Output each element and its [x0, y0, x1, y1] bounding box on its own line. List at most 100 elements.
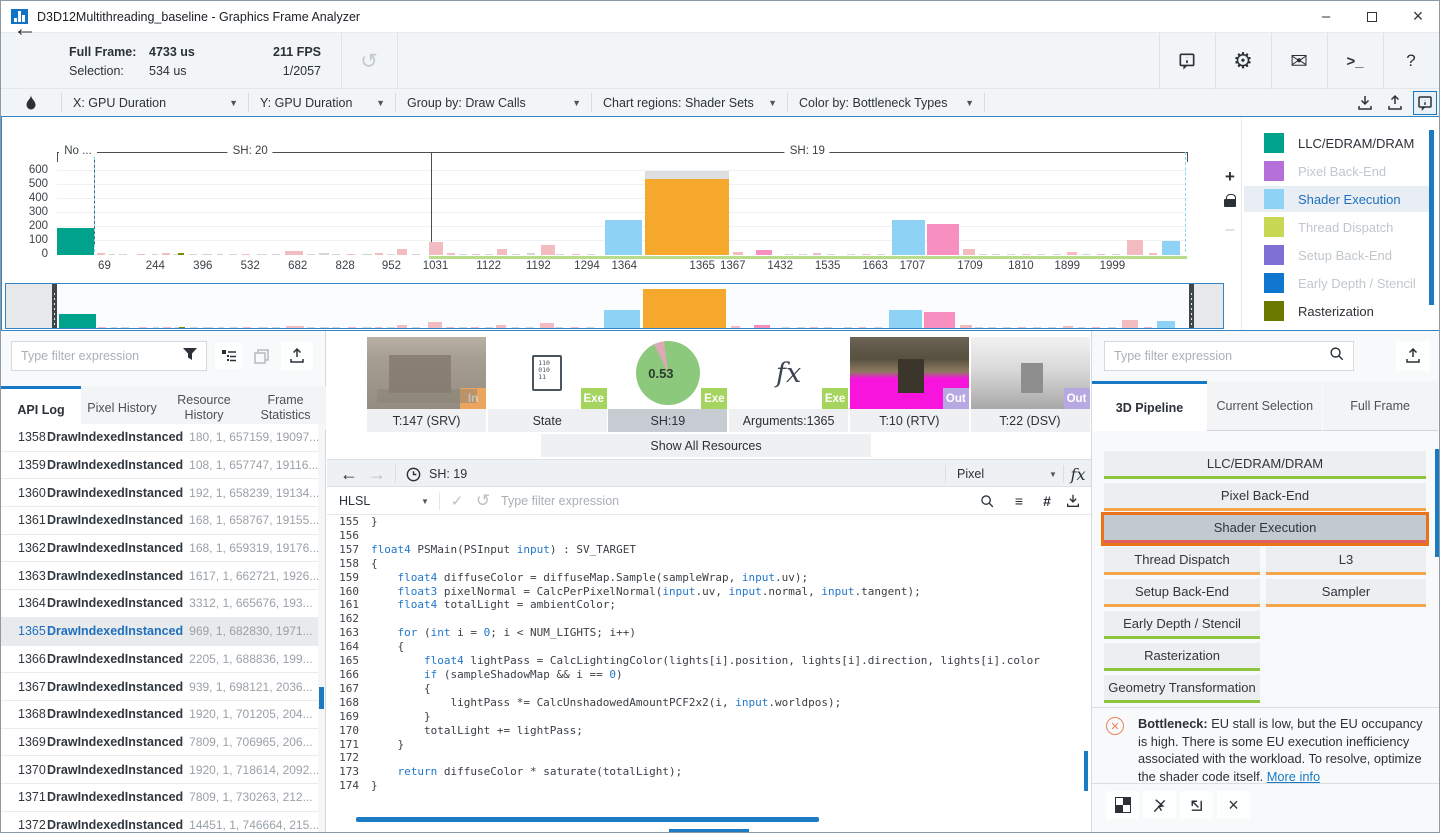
dropdown-x[interactable]: X: GPU Duration▼ [61, 89, 248, 116]
chart-bar[interactable] [285, 251, 303, 255]
api-log-filter-input[interactable]: Type filter expression [11, 341, 207, 371]
code-filter-input[interactable]: Type filter expression [501, 487, 619, 515]
search-icon[interactable] [1328, 345, 1345, 367]
chart-bar[interactable] [459, 254, 467, 255]
pipeline-block-sampler[interactable]: Sampler [1266, 579, 1426, 607]
disable-draw-call-icon[interactable] [1143, 791, 1176, 819]
chart-bar[interactable] [1067, 252, 1077, 256]
chart-bar[interactable] [447, 253, 455, 255]
pipeline-block-geometry-transformation[interactable]: Geometry Transformation [1104, 675, 1260, 703]
pipeline-block-pixel-back-end[interactable]: Pixel Back-End [1104, 483, 1426, 511]
pipeline-block-setup-back-end[interactable]: Setup Back-End [1104, 579, 1260, 607]
settings-gear-icon[interactable]: ⚙ [1215, 33, 1271, 89]
capture-download-icon[interactable] [1353, 91, 1377, 115]
shader-lang-select[interactable]: HLSL [339, 487, 370, 515]
maximize-button[interactable] [1349, 1, 1395, 32]
chart-bar[interactable] [1162, 241, 1180, 255]
chart-bar[interactable] [217, 254, 223, 255]
minimap-left-handle[interactable] [52, 284, 57, 328]
download-shader-icon[interactable] [1061, 487, 1085, 515]
chart-bar[interactable] [877, 254, 885, 255]
shader-nav-forward-icon[interactable]: → [363, 460, 391, 488]
shader-nav-back-icon[interactable]: ← [335, 460, 363, 488]
zoom-lock-button[interactable] [1220, 191, 1240, 207]
chart-bar[interactable] [979, 254, 987, 255]
chart-bar[interactable] [1053, 254, 1061, 255]
api-log-row[interactable]: 1363DrawIndexedInstanced1617, 1, 662721,… [1, 562, 318, 590]
metrics-info-icon[interactable] [1159, 33, 1215, 89]
code-hscrollbar[interactable] [356, 817, 819, 822]
legend-item-early-depth-stencil[interactable]: Early Depth / Stencil [1244, 270, 1430, 296]
show-all-resources-button[interactable]: Show All Resources [541, 434, 871, 457]
chart-bar[interactable] [362, 254, 372, 255]
legend-item-rasterization[interactable]: Rasterization [1244, 298, 1430, 324]
hotspot-flame-icon[interactable] [19, 91, 43, 115]
api-log-row[interactable]: 1367DrawIndexedInstanced939, 1, 698121, … [1, 673, 318, 701]
experiments-icon[interactable] [1106, 791, 1139, 819]
chart-bar[interactable] [497, 249, 507, 255]
chart-bar[interactable] [485, 254, 493, 255]
tab-full-frame[interactable]: Full Frame [1323, 381, 1438, 431]
chart-bar[interactable] [257, 254, 267, 255]
chart-bar[interactable] [347, 254, 355, 255]
chart-minimap[interactable] [5, 283, 1224, 329]
chart-bar[interactable] [645, 179, 729, 255]
chart-bar[interactable] [847, 254, 855, 255]
pipeline-filter-input[interactable]: Type filter expression [1104, 341, 1354, 371]
chart-bar[interactable] [1007, 254, 1015, 255]
chart-bar[interactable] [1022, 254, 1030, 255]
legend-item-shader-execution[interactable]: Shader Execution [1244, 186, 1430, 212]
export-log-icon[interactable] [281, 341, 313, 371]
chart-bar[interactable] [202, 254, 212, 255]
lang-dropdown-arrow[interactable]: ▼ [421, 487, 429, 515]
stage-dropdown-arrow[interactable]: ▼ [1049, 460, 1057, 488]
api-log-row[interactable]: 1364DrawIndexedInstanced3312, 1, 665676,… [1, 590, 318, 618]
chart-bar[interactable] [527, 253, 535, 255]
zoom-out-button[interactable]: – [1220, 221, 1240, 239]
chart-bar[interactable] [1149, 253, 1157, 255]
chart-bar[interactable] [397, 249, 407, 255]
chart-bar[interactable] [57, 228, 94, 255]
chart-bar[interactable] [109, 254, 115, 255]
chart-bar[interactable] [375, 253, 383, 255]
chart-bar[interactable] [1037, 254, 1045, 255]
dropdown-y[interactable]: Y: GPU Duration▼ [248, 89, 395, 116]
pipeline-block-shader-execution[interactable]: Shader Execution [1104, 515, 1426, 543]
code-vscrollbar[interactable] [1084, 751, 1088, 791]
tree-view-icon[interactable] [215, 343, 243, 369]
export-pipeline-icon[interactable] [1396, 341, 1430, 371]
chart-bar[interactable] [862, 254, 870, 255]
chart-bar[interactable] [229, 254, 237, 255]
chart-bar[interactable] [332, 254, 340, 255]
pipeline-scrollbar[interactable] [1435, 449, 1440, 557]
pipeline-block-thread-dispatch[interactable]: Thread Dispatch [1104, 547, 1260, 575]
console-icon[interactable]: >_ [1327, 33, 1383, 89]
undo-icon[interactable]: ↺ [341, 33, 397, 89]
minimap-selection[interactable] [55, 284, 1191, 328]
dropdown-group-by[interactable]: Group by: Draw Calls▼ [395, 89, 591, 116]
chart-bar[interactable] [412, 254, 420, 255]
resource-card-arguments-1365[interactable]: fxExeArguments:1365 [729, 333, 848, 432]
go-to-call-icon[interactable] [1180, 791, 1213, 819]
chart-bar[interactable] [152, 254, 158, 255]
chart-bar[interactable] [189, 254, 197, 255]
chart-plot-area[interactable]: No ...SH: 20SH: 19 [57, 145, 1187, 255]
chart-bar[interactable] [992, 254, 1000, 255]
tab-3d-pipeline[interactable]: 3D Pipeline [1092, 381, 1207, 431]
minimap-right-handle[interactable] [1189, 284, 1194, 328]
chart-bar[interactable] [572, 254, 580, 255]
chart-bar[interactable] [1097, 254, 1105, 255]
back-button[interactable]: ← [13, 15, 37, 43]
api-log-row[interactable]: 1371DrawIndexedInstanced7809, 1, 730263,… [1, 784, 318, 812]
chart-bar[interactable] [162, 253, 170, 255]
chart-bar[interactable] [963, 249, 975, 255]
chart-bar[interactable] [242, 254, 250, 255]
api-log-row[interactable]: 1368DrawIndexedInstanced1920, 1, 701205,… [1, 701, 318, 729]
code-search-icon[interactable] [975, 487, 999, 515]
feedback-mail-icon[interactable]: ✉ [1271, 33, 1327, 89]
chart-bar[interactable] [556, 254, 564, 255]
chart-bar[interactable] [785, 254, 793, 255]
chart-bar[interactable] [927, 224, 959, 255]
chart-bar[interactable] [733, 252, 743, 256]
resource-card-state[interactable]: 11001011ExeState [488, 333, 607, 432]
